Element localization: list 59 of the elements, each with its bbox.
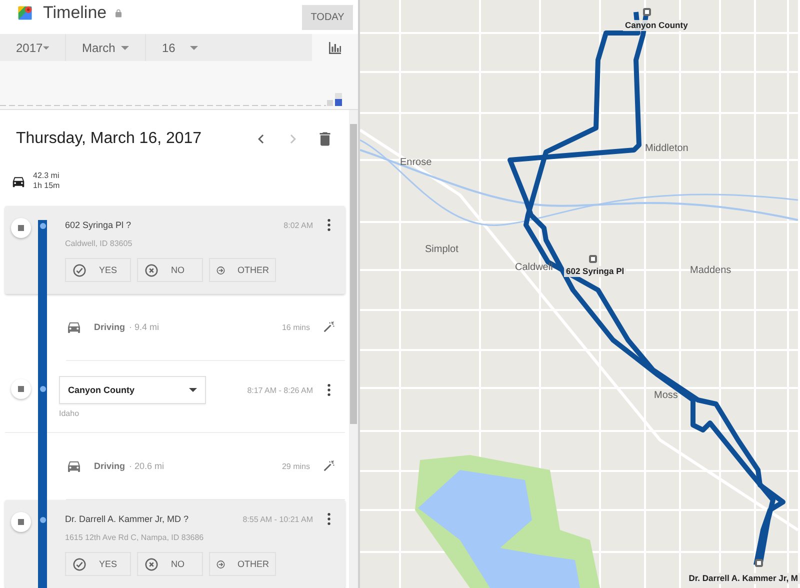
month-dropdown[interactable]: March: [66, 34, 146, 62]
page-title: Timeline: [43, 3, 107, 23]
magic-wand-icon[interactable]: [322, 320, 336, 334]
drive-distance: · 9.4 mi: [129, 322, 160, 332]
visit-time: 8:17 AM - 8:26 AM: [247, 386, 313, 394]
cross-circle-icon: [144, 556, 159, 572]
answer-button[interactable]: OTHER: [209, 552, 276, 576]
answer-button[interactable]: YES: [65, 258, 131, 282]
cross-circle-icon: [144, 262, 159, 278]
activity-label: Driving: [94, 322, 126, 332]
town-label: Enrose: [400, 158, 432, 168]
check-circle-icon: [72, 556, 87, 572]
answer-button[interactable]: NO: [137, 552, 203, 576]
distance-total: 42.3 mi: [33, 171, 60, 181]
today-button[interactable]: TODAY: [302, 4, 353, 30]
drive-duration: 29 mins: [282, 462, 310, 470]
drive-distance: · 20.6 mi: [129, 461, 164, 471]
visit-time: 8:55 AM - 10:21 AM: [242, 514, 313, 524]
caret-icon: [42, 46, 49, 50]
location-label: 602 Syringa Pl: [564, 266, 626, 276]
town-label: Caldwell: [515, 263, 553, 273]
town-label: Maddens: [690, 266, 732, 276]
location-label: Dr. Darrell A. Kammer Jr, M: [686, 573, 800, 584]
place-address: Caldwell, ID 83605: [65, 239, 134, 248]
check-circle-icon: [72, 262, 87, 278]
drive-duration: 16 mins: [282, 322, 310, 332]
place-name[interactable]: Dr. Darrell A. Kammer Jr, MD ?: [65, 514, 189, 524]
place-address: 1615 12th Ave Rd C, Nampa, ID 83686: [65, 533, 205, 542]
activity-label: Driving: [94, 461, 126, 471]
visit-time: 8:02 AM: [284, 220, 313, 230]
maps-logo-icon: [17, 5, 33, 21]
year-dropdown[interactable]: 2017: [0, 34, 66, 62]
place-marker: [11, 218, 31, 238]
answer-button[interactable]: NO: [137, 258, 203, 282]
place-name[interactable]: 602 Syringa Pl ?: [65, 220, 132, 230]
caret-icon: [190, 46, 198, 50]
date-heading: Thursday, March 16, 2017: [16, 130, 202, 148]
town-label: Moss: [654, 391, 678, 401]
answer-button[interactable]: YES: [65, 552, 131, 576]
town-label: Simplot: [425, 245, 458, 255]
place-dropdown[interactable]: Canyon County: [59, 376, 206, 404]
location-pin[interactable]: [643, 8, 651, 16]
bar-chart-icon[interactable]: [327, 40, 343, 56]
map-view[interactable]: Canyon County Middleton Enrose Simplot Caldwell 602 Syringa Pl Maddens Moss Dr. Darrell A. Kammer Jr, M: [360, 0, 800, 588]
answer-button[interactable]: OTHER: [209, 258, 276, 282]
duration-total: 1h 15m: [33, 181, 60, 191]
day-dropdown[interactable]: 16: [146, 34, 214, 62]
caret-icon: [189, 388, 197, 392]
place-region: Idaho: [59, 409, 80, 418]
place-marker: [11, 512, 31, 532]
location-pin[interactable]: [755, 559, 763, 567]
lock-icon: [114, 8, 123, 18]
town-label: Middleton: [645, 144, 688, 154]
place-marker: [11, 379, 31, 399]
caret-icon: [121, 46, 129, 50]
scrollbar[interactable]: [349, 110, 358, 588]
location-label: Canyon County: [623, 20, 690, 30]
location-pin[interactable]: [589, 255, 597, 263]
magic-wand-icon[interactable]: [322, 459, 336, 473]
